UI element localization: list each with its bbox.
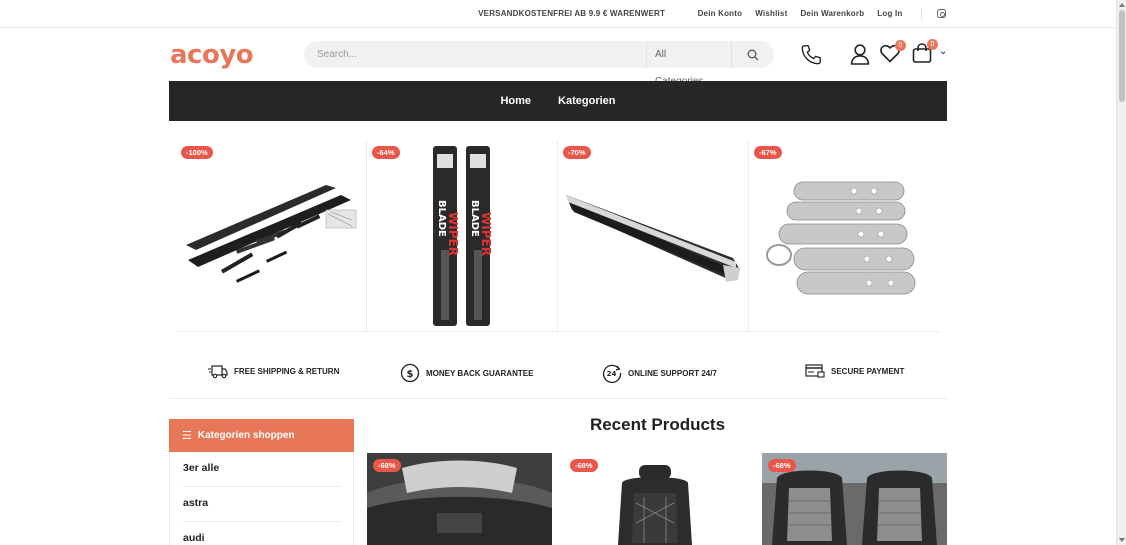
categories-header[interactable]: ☰ Kategorien shoppen [169, 419, 354, 452]
truck-icon [208, 365, 228, 379]
cart-button[interactable]: 0 [912, 39, 938, 63]
logo[interactable]: acoyo [170, 40, 254, 70]
account-link[interactable]: Dein Konto [698, 9, 743, 18]
svg-text:WIPER: WIPER [446, 212, 460, 256]
category-item[interactable]: astra [183, 487, 341, 522]
discount-badge: -68% [570, 459, 598, 472]
feature-support: 24 ONLINE SUPPORT 24/7 [602, 363, 717, 383]
header: acoyo All Categories⌄ 0 [0, 28, 1116, 87]
running-board-kit-image [186, 185, 357, 283]
discount-badge: -67% [754, 146, 782, 159]
search-button[interactable] [732, 41, 774, 68]
product-card[interactable]: -70% [558, 140, 749, 332]
scrollbar-thumb[interactable] [1119, 10, 1125, 102]
cart-link[interactable]: Dein Warenkorb [800, 9, 864, 18]
svg-text:24: 24 [607, 370, 617, 378]
product-card[interactable]: WIPER BLADE WIPER BLADE -64% [367, 140, 558, 332]
shipping-promo: VERSANDKOSTENFREI AB 9.9 € WARENWERT [478, 9, 666, 18]
discount-badge: -100% [181, 146, 213, 159]
door-handle-covers-image [766, 181, 916, 295]
nav-home[interactable]: Home [500, 95, 531, 107]
recent-product-card[interactable]: -68% [762, 453, 947, 545]
feature-free-shipping: FREE SHIPPING & RETURN [208, 363, 339, 379]
top-bar: VERSANDKOSTENFREI AB 9.9 € WARENWERT Dei… [0, 0, 1116, 28]
cart-count-badge: 0 [927, 39, 938, 50]
discount-badge: -64% [372, 146, 400, 159]
nav-kategorien[interactable]: Kategorien [558, 95, 615, 107]
login-link[interactable]: Log In [877, 9, 902, 18]
category-item[interactable]: audi [183, 522, 341, 545]
support-24-icon: 24 [602, 364, 622, 383]
search-bar: All Categories⌄ [304, 41, 774, 87]
product-card[interactable]: -67% [749, 140, 940, 332]
feature-money-back: $ MONEY BACK GUARANTEE [400, 363, 533, 383]
instagram-icon[interactable] [937, 9, 946, 18]
svg-text:WIPER: WIPER [479, 212, 493, 256]
chevron-down-icon[interactable]: ⌄ [939, 46, 947, 57]
running-board-image [566, 195, 740, 282]
recent-products-title: Recent Products [589, 415, 726, 434]
credit-card-icon [805, 364, 825, 378]
dollar-icon: $ [400, 363, 420, 383]
wishlist-link[interactable]: Wishlist [755, 9, 787, 18]
scroll-up-icon[interactable] [1119, 3, 1125, 7]
discount-badge: -68% [768, 459, 796, 472]
page: VERSANDKOSTENFREI AB 9.9 € WARENWERT Dei… [0, 0, 1116, 545]
discount-badge: -70% [563, 146, 591, 159]
svg-text:$: $ [407, 369, 414, 380]
account-icon[interactable] [850, 44, 870, 65]
search-icon [747, 49, 759, 60]
product-card[interactable]: -100% [176, 140, 367, 332]
categories-list: 3er alle astra audi [169, 452, 354, 545]
svg-text:BLADE: BLADE [436, 200, 447, 237]
wishlist-count-badge: 0 [895, 40, 906, 51]
main-nav: Home Kategorien [169, 81, 947, 121]
wiper-blade-image: WIPER BLADE WIPER BLADE [433, 146, 493, 326]
feature-secure-payment: SECURE PAYMENT [805, 363, 904, 379]
feature-label: FREE SHIPPING & RETURN [234, 366, 340, 376]
scroll-down-icon[interactable] [1119, 538, 1125, 542]
phone-icon[interactable] [800, 44, 822, 66]
recent-product-card[interactable]: -68% [564, 453, 749, 545]
feature-label: ONLINE SUPPORT 24/7 [628, 368, 717, 378]
feature-label: MONEY BACK GUARANTEE [426, 368, 534, 378]
search-input[interactable] [304, 49, 646, 60]
product-carousel: -100% WIPER BLADE WIPER BLADE -64% -70% … [176, 140, 940, 332]
scrollbar[interactable] [1116, 0, 1126, 545]
recent-product-card[interactable]: -68% [367, 453, 552, 545]
menu-icon: ☰ [182, 430, 192, 442]
discount-badge: -68% [373, 459, 401, 472]
features-strip: FREE SHIPPING & RETURN $ MONEY BACK GUAR… [169, 352, 947, 399]
category-select[interactable]: All Categories⌄ [646, 41, 732, 87]
category-item[interactable]: 3er alle [183, 452, 341, 487]
svg-text:BLADE: BLADE [469, 200, 480, 237]
divider [921, 7, 922, 20]
wishlist-button[interactable]: 0 [880, 40, 906, 64]
categories-title: Kategorien shoppen [197, 430, 295, 441]
feature-label: SECURE PAYMENT [831, 366, 905, 376]
